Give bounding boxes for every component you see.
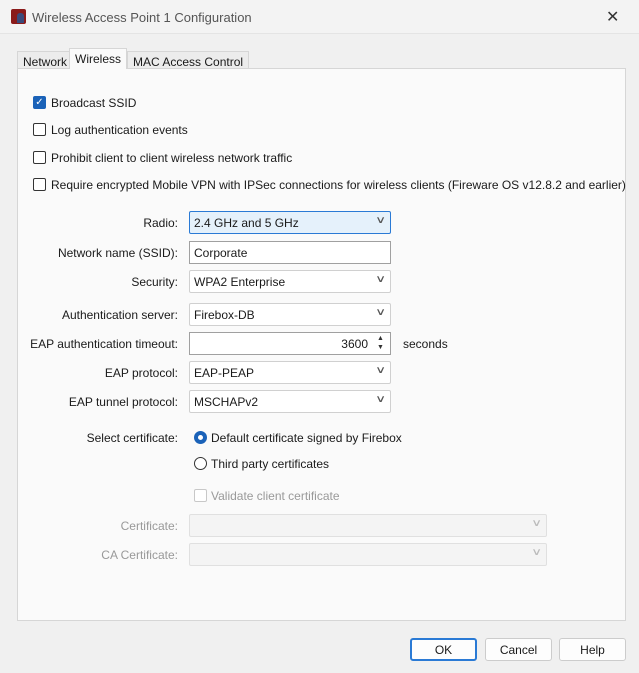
tab-mac-access-control[interactable]: MAC Access Control — [127, 51, 250, 69]
auth-server-label: Authentication server: — [61, 308, 178, 322]
require-vpn-checkbox[interactable] — [33, 178, 46, 191]
tab-network[interactable]: Network — [17, 51, 74, 69]
auth-server-value: Firebox-DB — [194, 308, 255, 322]
help-button[interactable]: Help — [559, 638, 626, 661]
prohibit-client-checkbox[interactable] — [33, 151, 46, 164]
validate-client-checkbox[interactable] — [194, 489, 207, 502]
default-cert-label: Default certificate signed by Firebox — [211, 431, 402, 445]
eap-protocol-value: EAP-PEAP — [194, 366, 255, 380]
radio-label: Radio: — [143, 216, 178, 230]
chevron-down-icon: ∨ — [530, 518, 542, 529]
eap-tunnel-select[interactable]: MSCHAPv2 ∨ — [189, 390, 391, 413]
radio-select[interactable]: 2.4 GHz and 5 GHz ∨ — [189, 211, 391, 234]
security-select[interactable]: WPA2 Enterprise ∨ — [189, 270, 391, 293]
ca-certificate-select[interactable]: ∨ — [189, 543, 547, 566]
auth-server-select[interactable]: Firebox-DB ∨ — [189, 303, 391, 326]
certificate-label: Certificate: — [120, 519, 178, 533]
close-icon[interactable]: ✕ — [606, 7, 619, 27]
spin-down-icon[interactable]: ▼ — [373, 343, 388, 352]
chevron-down-icon: ∨ — [530, 547, 542, 558]
eap-tunnel-label: EAP tunnel protocol: — [68, 395, 178, 409]
chevron-down-icon: ∨ — [374, 394, 386, 405]
broadcast-ssid-label: Broadcast SSID — [51, 96, 137, 110]
security-value: WPA2 Enterprise — [194, 275, 286, 289]
ssid-input[interactable]: Corporate — [189, 241, 391, 264]
third-party-cert-label: Third party certificates — [211, 457, 330, 471]
ssid-label: Network name (SSID): — [57, 246, 178, 260]
require-vpn-label: Require encrypted Mobile VPN with IPSec … — [51, 178, 626, 192]
prohibit-client-label: Prohibit client to client wireless netwo… — [51, 151, 293, 165]
eap-protocol-select[interactable]: EAP-PEAP ∨ — [189, 361, 391, 384]
chevron-down-icon: ∨ — [374, 215, 386, 226]
window-title: Wireless Access Point 1 Configuration — [32, 10, 252, 25]
seconds-label: seconds — [403, 337, 448, 351]
chevron-down-icon: ∨ — [374, 274, 386, 285]
log-auth-label: Log authentication events — [51, 123, 188, 137]
chevron-down-icon: ∨ — [374, 365, 386, 376]
log-auth-checkbox[interactable] — [33, 123, 46, 136]
chevron-down-icon: ∨ — [374, 307, 386, 318]
validate-client-label: Validate client certificate — [211, 489, 340, 503]
third-party-cert-radio[interactable] — [194, 457, 207, 470]
broadcast-ssid-checkbox[interactable]: ✓ — [33, 96, 46, 109]
tab-wireless[interactable]: Wireless — [69, 48, 128, 69]
radio-value: 2.4 GHz and 5 GHz — [194, 216, 299, 230]
app-icon — [11, 9, 26, 24]
ok-button[interactable]: OK — [410, 638, 477, 661]
eap-protocol-label: EAP protocol: — [104, 366, 178, 380]
security-label: Security: — [131, 275, 178, 289]
cancel-button[interactable]: Cancel — [485, 638, 552, 661]
ca-certificate-label: CA Certificate: — [101, 548, 178, 562]
spinner-buttons[interactable]: ▲ ▼ — [373, 334, 388, 353]
default-cert-radio[interactable] — [194, 431, 207, 444]
spin-up-icon[interactable]: ▲ — [373, 334, 388, 343]
select-cert-label: Select certificate: — [86, 431, 178, 445]
eap-tunnel-value: MSCHAPv2 — [194, 395, 259, 409]
eap-timeout-input[interactable]: 3600 — [189, 332, 391, 355]
certificate-select[interactable]: ∨ — [189, 514, 547, 537]
eap-timeout-label: EAP authentication timeout: — [30, 337, 178, 351]
